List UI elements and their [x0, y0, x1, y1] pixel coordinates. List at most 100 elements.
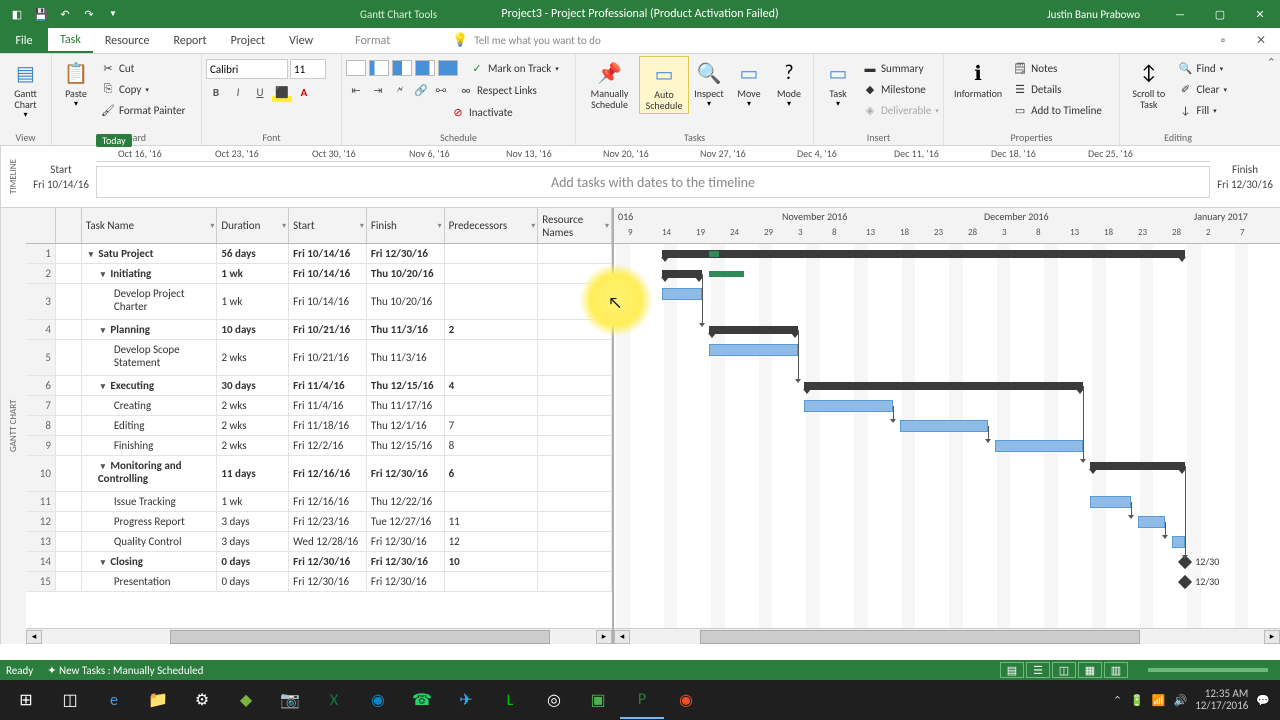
- notes-button[interactable]: 🗒Notes: [1010, 58, 1105, 78]
- undo-icon[interactable]: ↶: [54, 3, 76, 25]
- link-button[interactable]: 🔗: [412, 81, 430, 99]
- font-name-select[interactable]: Calibri: [206, 59, 288, 79]
- table-row[interactable]: 1▾ Satu Project56 daysFri 10/14/16Fri 12…: [26, 244, 612, 264]
- col-task-name[interactable]: Task Name▾: [82, 208, 218, 243]
- table-row[interactable]: 10▾ Monitoring and Controlling11 daysFri…: [26, 456, 612, 492]
- zoom-slider[interactable]: [1148, 668, 1268, 672]
- pct-25-button[interactable]: [369, 60, 389, 76]
- table-row[interactable]: 13Quality Control3 daysWed 12/28/16Fri 1…: [26, 532, 612, 552]
- tray-notification-icon[interactable]: 💬: [1256, 694, 1270, 707]
- timeline-body[interactable]: Add tasks with dates to the timeline: [96, 166, 1210, 198]
- maximize-button[interactable]: ▢: [1200, 0, 1240, 28]
- table-row[interactable]: 5Develop Scope Statement2 wksFri 10/21/1…: [26, 340, 612, 376]
- clear-button[interactable]: ✐Clear▾: [1176, 79, 1230, 99]
- line-icon[interactable]: L: [488, 681, 532, 719]
- table-row[interactable]: 4▾ Planning10 daysFri 10/21/16Thu 11/3/1…: [26, 320, 612, 340]
- table-row[interactable]: 11Issue Tracking1 wkFri 12/16/16Thu 12/2…: [26, 492, 612, 512]
- table-row[interactable]: 9Finishing2 wksFri 12/2/16Thu 12/15/168: [26, 436, 612, 456]
- pct-100-button[interactable]: [438, 60, 458, 76]
- indent-button[interactable]: ⇥: [368, 80, 388, 100]
- clock-date[interactable]: 12/17/2016: [1195, 700, 1248, 712]
- auto-schedule-button[interactable]: ▭Auto Schedule: [639, 56, 689, 114]
- fill-color-button[interactable]: ⬛: [272, 82, 292, 102]
- mark-on-track-button[interactable]: ✓Mark on Track▾: [467, 58, 562, 78]
- col-finish[interactable]: Finish▾: [367, 208, 445, 243]
- task-view-button[interactable]: ◫: [48, 681, 92, 719]
- table-row[interactable]: 8Editing2 wksFri 11/18/16Thu 12/1/167: [26, 416, 612, 436]
- tray-volume-icon[interactable]: 🔊: [1173, 694, 1187, 707]
- table-row[interactable]: 6▾ Executing30 daysFri 11/4/16Thu 12/15/…: [26, 376, 612, 396]
- ribbon-close-icon[interactable]: ✕: [1242, 28, 1280, 53]
- chrome-icon[interactable]: ◎: [532, 681, 576, 719]
- app-icon-2[interactable]: 📷: [268, 681, 312, 719]
- redo-icon[interactable]: ↷: [78, 3, 100, 25]
- tab-file[interactable]: File: [0, 28, 48, 53]
- app-icon-3[interactable]: ◉: [356, 681, 400, 719]
- move-button[interactable]: ▭Move▾: [729, 56, 769, 111]
- view-resource-icon[interactable]: ▥: [1104, 662, 1128, 678]
- paste-button[interactable]: 📋Paste▾: [56, 56, 96, 111]
- table-row[interactable]: 15Presentation0 daysFri 12/30/16Fri 12/3…: [26, 572, 612, 592]
- milestone-button[interactable]: ◆Milestone: [860, 79, 942, 99]
- app-icon-4[interactable]: ▣: [576, 681, 620, 719]
- tell-me-search[interactable]: 💡 Tell me what you want to do: [452, 28, 601, 53]
- gantt-hscroll[interactable]: ◂ ▸: [614, 628, 1280, 644]
- explorer-icon[interactable]: 📁: [136, 681, 180, 719]
- tab-resource[interactable]: Resource: [93, 28, 162, 53]
- ribbon-restore-icon[interactable]: ▫: [1204, 28, 1242, 53]
- underline-button[interactable]: U: [250, 82, 270, 102]
- col-start[interactable]: Start▾: [289, 208, 367, 243]
- copy-button[interactable]: ⎘Copy▾: [98, 79, 188, 99]
- scroll-to-task-button[interactable]: ↕Scroll to Task: [1124, 56, 1174, 112]
- tab-project[interactable]: Project: [219, 28, 277, 53]
- bold-button[interactable]: B: [206, 82, 226, 102]
- pct-50-button[interactable]: [392, 60, 412, 76]
- table-row[interactable]: 12Progress Report3 daysFri 12/23/16Tue 1…: [26, 512, 612, 532]
- view-calendar-icon[interactable]: ▦: [1078, 662, 1102, 678]
- col-duration[interactable]: Duration▾: [217, 208, 289, 243]
- col-predecessors[interactable]: Predecessors▾: [445, 208, 539, 243]
- start-button[interactable]: ⊞: [4, 681, 48, 719]
- tray-up-icon[interactable]: ⌃: [1113, 694, 1122, 707]
- col-resource-names[interactable]: Resource Names▾: [538, 208, 612, 243]
- qat-customize-icon[interactable]: ▼: [102, 3, 124, 25]
- whatsapp-icon[interactable]: ☎: [400, 681, 444, 719]
- tab-report[interactable]: Report: [161, 28, 218, 53]
- unlink-button[interactable]: ⧟: [432, 81, 450, 99]
- table-row[interactable]: 2▾ Initiating1 wkFri 10/14/16Thu 10/20/1…: [26, 264, 612, 284]
- telegram-icon[interactable]: ✈: [444, 681, 488, 719]
- task-insert-button[interactable]: ▭Task▾: [818, 56, 858, 111]
- app-icon-1[interactable]: ◆: [224, 681, 268, 719]
- pct-75-button[interactable]: [415, 60, 435, 76]
- view-gantt-icon[interactable]: ▤: [1000, 662, 1024, 678]
- gantt-chart-button[interactable]: ▤Gantt Chart▾: [4, 56, 47, 122]
- minimize-button[interactable]: —: [1160, 0, 1200, 28]
- camtasia-icon[interactable]: ◉: [664, 681, 708, 719]
- cut-button[interactable]: ✂Cut: [98, 58, 188, 78]
- table-row[interactable]: 3Develop Project Charter1 wkFri 10/14/16…: [26, 284, 612, 320]
- font-size-select[interactable]: 11: [290, 59, 326, 79]
- table-row[interactable]: 14▾ Closing0 daysFri 12/30/16Fri 12/30/1…: [26, 552, 612, 572]
- tab-format[interactable]: Format: [343, 28, 402, 53]
- outdent-button[interactable]: ⇤: [346, 80, 366, 100]
- project-taskbar-icon[interactable]: P: [620, 681, 664, 719]
- italic-button[interactable]: I: [228, 82, 248, 102]
- font-color-button[interactable]: A: [294, 82, 314, 102]
- tab-task[interactable]: Task: [48, 28, 93, 53]
- tray-battery-icon[interactable]: 🔋: [1130, 694, 1144, 707]
- fill-button[interactable]: ↓Fill▾: [1176, 100, 1230, 120]
- manually-schedule-button[interactable]: 📌Manually Schedule: [580, 56, 639, 112]
- save-icon[interactable]: 💾: [30, 3, 52, 25]
- settings-icon[interactable]: ⚙: [180, 681, 224, 719]
- details-button[interactable]: ☰Details: [1010, 79, 1105, 99]
- edge-icon[interactable]: e: [92, 681, 136, 719]
- tray-wifi-icon[interactable]: 📶: [1152, 694, 1166, 707]
- view-usage-icon[interactable]: ☰: [1026, 662, 1050, 678]
- tab-view[interactable]: View: [277, 28, 325, 53]
- close-button[interactable]: ✕: [1240, 0, 1280, 28]
- update-icon[interactable]: 🗲: [390, 80, 410, 100]
- inactivate-button[interactable]: ⊘Inactivate: [448, 102, 516, 122]
- respect-links-button[interactable]: ∞Respect Links: [456, 80, 540, 100]
- inspect-button[interactable]: 🔍Inspect▾: [689, 56, 729, 111]
- mode-button[interactable]: ?Mode▾: [769, 56, 809, 111]
